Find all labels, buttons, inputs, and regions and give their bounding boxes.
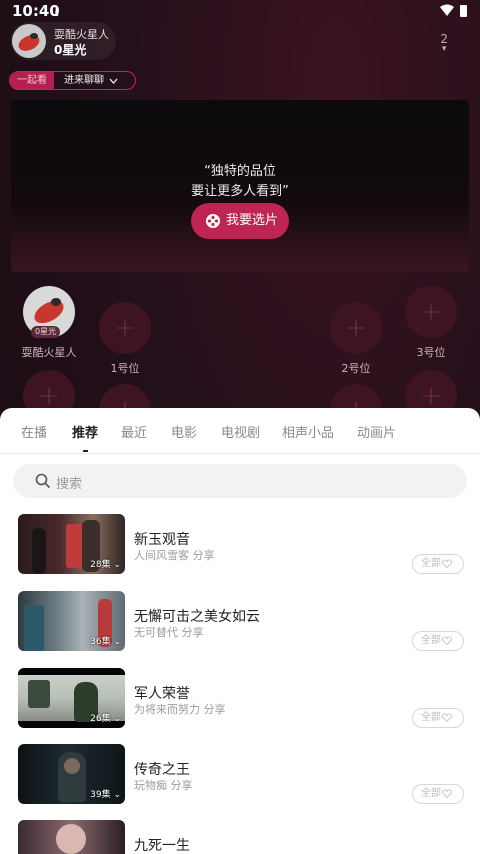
video-thumbnail: 36集 ⌄	[18, 591, 125, 651]
seat-host[interactable]: 0星光 耍酷火星人	[18, 286, 80, 360]
seat-1-label: 1号位	[110, 362, 140, 375]
episode-count: 36集 ⌄	[90, 637, 121, 647]
seat-3-label: 3号位	[416, 346, 446, 359]
video-thumbnail: 39集 ⌄	[18, 744, 125, 804]
video-row[interactable]: 九死一生	[0, 820, 480, 854]
film-reel-icon	[206, 214, 220, 228]
video-row[interactable]: 36集 ⌄ 无懈可击之美女如云 无可替代 分享 全部	[0, 591, 480, 657]
seat-2[interactable]: + 2号位	[329, 302, 383, 376]
host-seat-badge: 0星光	[31, 326, 61, 338]
video-title: 传奇之王	[134, 762, 190, 778]
chat-dropdown[interactable]: 进来聊聊	[64, 72, 118, 89]
video-thumbnail: 28集 ⌄	[18, 514, 125, 574]
episode-count: 26集 ⌄	[90, 714, 121, 724]
video-row[interactable]: 28集 ⌄ 新玉观音 人间风雪客 分享 全部	[0, 514, 480, 580]
video-sharer: 玩物痴 分享	[134, 779, 193, 792]
video-sharer: 人间风雪客 分享	[134, 549, 215, 562]
all-episodes-button[interactable]: 全部	[412, 554, 464, 574]
heart-icon	[441, 789, 453, 799]
seat-3[interactable]: + 3号位	[404, 286, 458, 360]
seat-3-circle: +	[405, 286, 457, 338]
search-input[interactable]: 搜索	[13, 464, 467, 498]
video-player[interactable]: “独特的品位 要让更多人看到” 我要选片	[11, 100, 469, 272]
category-tabs: 在播 推荐 最近 电影 电视剧 相声小品 动画片	[0, 408, 480, 454]
together-tag: 一起看	[10, 72, 54, 89]
video-row[interactable]: 39集 ⌄ 传奇之王 玩物痴 分享 全部	[0, 744, 480, 810]
tab-live[interactable]: 在播	[21, 422, 47, 441]
seat-2-label: 2号位	[341, 362, 371, 375]
plus-icon: +	[420, 297, 442, 327]
tab-tv-series[interactable]: 电视剧	[221, 422, 260, 441]
host-seat-name: 耍酷火星人	[21, 346, 77, 359]
host-stars: 0星光	[54, 43, 87, 57]
all-episodes-button[interactable]: 全部	[412, 784, 464, 804]
video-title: 无懈可击之美女如云	[134, 609, 260, 625]
heart-icon	[441, 559, 453, 569]
room-tag[interactable]: 一起看 进来聊聊	[9, 71, 136, 90]
video-sharer: 为将来而努力 分享	[134, 703, 226, 716]
host-avatar	[12, 24, 46, 58]
status-time: 10:40	[12, 2, 60, 20]
host-name: 耍酷火星人	[54, 28, 109, 41]
search-icon	[35, 473, 51, 489]
tab-movies[interactable]: 电影	[171, 422, 197, 441]
tab-animation[interactable]: 动画片	[357, 422, 396, 441]
chevron-down-icon: ▾	[441, 44, 447, 54]
all-episodes-button[interactable]: 全部	[412, 631, 464, 651]
battery-icon	[460, 5, 467, 17]
chevron-down-icon	[109, 78, 118, 84]
video-thumbnail	[18, 820, 125, 854]
viewer-count[interactable]: 2 ▾	[440, 32, 448, 54]
episode-count: 39集 ⌄	[90, 790, 121, 800]
player-quote-line1: “独特的品位	[204, 164, 276, 179]
pick-video-button[interactable]: 我要选片	[191, 203, 289, 239]
search-placeholder: 搜索	[56, 477, 83, 492]
heart-icon	[441, 636, 453, 646]
tab-recent[interactable]: 最近	[121, 422, 147, 441]
seat-1[interactable]: + 1号位	[98, 302, 152, 376]
video-title: 新玉观音	[134, 532, 190, 548]
episode-count: 28集 ⌄	[90, 560, 121, 570]
video-row[interactable]: 26集 ⌄ 军人荣誉 为将来而努力 分享 全部	[0, 668, 480, 734]
plus-icon: +	[345, 313, 367, 343]
pick-video-label: 我要选片	[226, 213, 279, 228]
tab-recommended[interactable]: 推荐	[72, 422, 98, 452]
video-title: 军人荣誉	[134, 686, 190, 702]
host-chip[interactable]: 耍酷火星人 0星光	[10, 22, 116, 60]
all-episodes-button[interactable]: 全部	[412, 708, 464, 728]
status-bar: 10:40 ⭳	[0, 0, 480, 24]
plus-icon: +	[114, 313, 136, 343]
player-quote-line2: 要让更多人看到”	[191, 184, 289, 199]
video-title: 九死一生	[134, 838, 190, 854]
seat-2-circle: +	[330, 302, 382, 354]
wifi-icon	[440, 4, 454, 16]
heart-icon	[441, 713, 453, 723]
tab-comedy[interactable]: 相声小品	[282, 422, 334, 441]
video-thumbnail: 26集 ⌄	[18, 668, 125, 728]
video-sharer: 无可替代 分享	[134, 626, 204, 639]
chat-label: 进来聊聊	[64, 75, 104, 86]
video-picker-sheet: 在播 推荐 最近 电影 电视剧 相声小品 动画片 搜索 28集 ⌄ 新玉观音 人…	[0, 408, 480, 854]
seat-1-circle: +	[99, 302, 151, 354]
host-seat-avatar: 0星光	[23, 286, 75, 338]
